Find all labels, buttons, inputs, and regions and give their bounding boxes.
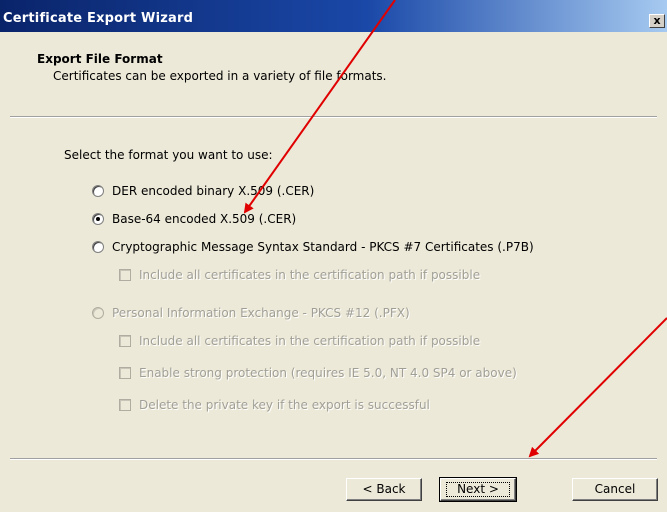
page-title: Export File Format bbox=[37, 52, 163, 66]
checkbox-label-p7b-include-path: Include all certificates in the certific… bbox=[139, 268, 481, 282]
header-divider bbox=[10, 116, 657, 118]
back-button[interactable]: < Back bbox=[346, 478, 422, 501]
radio-pfx bbox=[92, 307, 104, 319]
focus-rectangle bbox=[446, 482, 510, 497]
format-prompt: Select the format you want to use: bbox=[64, 148, 273, 162]
checkbox-p7b-include-path bbox=[119, 269, 131, 281]
title-bar[interactable]: Certificate Export Wizard x bbox=[0, 0, 667, 32]
checkbox-label-pfx-include-path: Include all certificates in the certific… bbox=[139, 334, 481, 348]
arrow-to-next-button bbox=[528, 317, 667, 458]
radio-label-pfx: Personal Information Exchange - PKCS #12… bbox=[112, 306, 410, 320]
radio-base64[interactable] bbox=[92, 213, 104, 225]
radio-der[interactable] bbox=[92, 185, 104, 197]
radio-label-pkcs7[interactable]: Cryptographic Message Syntax Standard - … bbox=[112, 240, 534, 254]
wizard-header: Export File Format Certificates can be e… bbox=[0, 32, 667, 90]
close-button[interactable]: x bbox=[649, 14, 665, 28]
checkbox-pfx-include-path bbox=[119, 335, 131, 347]
radio-label-base64[interactable]: Base-64 encoded X.509 (.CER) bbox=[112, 212, 296, 226]
radio-pkcs7[interactable] bbox=[92, 241, 104, 253]
checkbox-strong-protection bbox=[119, 367, 131, 379]
checkbox-label-delete-key: Delete the private key if the export is … bbox=[139, 398, 430, 412]
checkbox-label-strong-protection: Enable strong protection (requires IE 5.… bbox=[139, 366, 517, 380]
window-title: Certificate Export Wizard bbox=[3, 11, 194, 26]
cancel-button[interactable]: Cancel bbox=[572, 478, 658, 501]
page-subtitle: Certificates can be exported in a variet… bbox=[53, 69, 387, 83]
footer-divider bbox=[10, 458, 657, 460]
checkbox-delete-key bbox=[119, 399, 131, 411]
next-button[interactable]: Next > bbox=[439, 477, 517, 502]
radio-label-der[interactable]: DER encoded binary X.509 (.CER) bbox=[112, 184, 314, 198]
close-icon: x bbox=[653, 14, 661, 27]
